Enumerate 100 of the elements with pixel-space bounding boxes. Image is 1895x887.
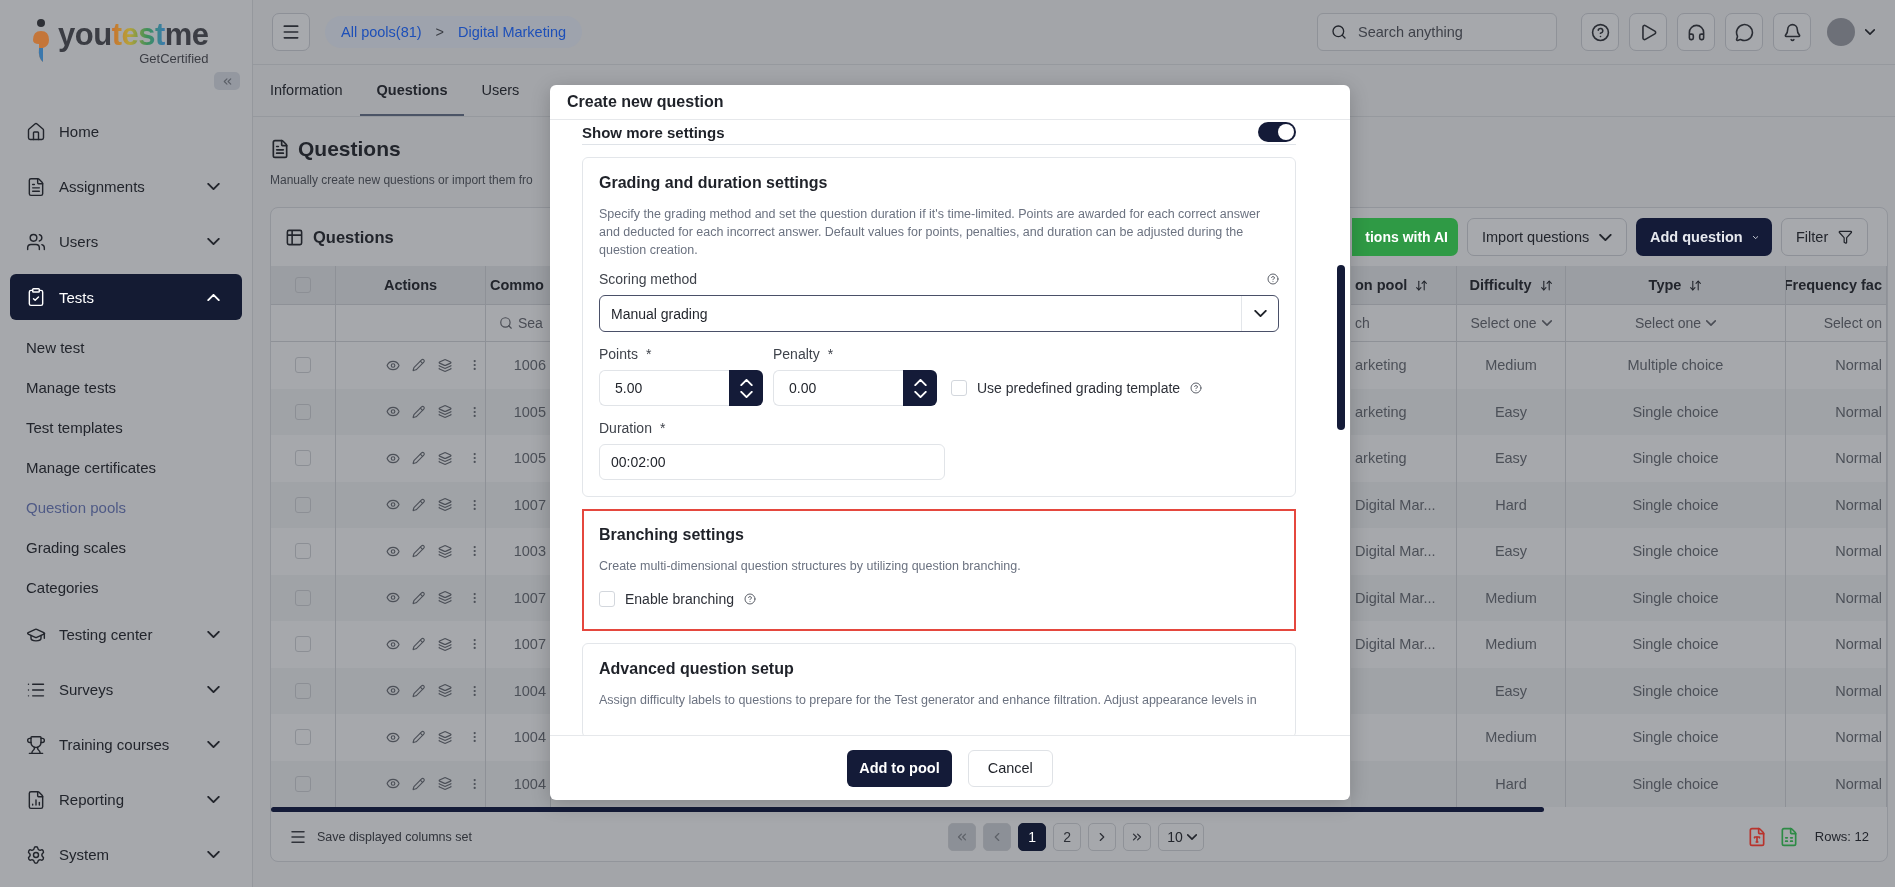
help-icon[interactable] xyxy=(1190,382,1203,394)
number-field[interactable]: 5.00 xyxy=(599,370,729,406)
collapse-button[interactable] xyxy=(214,72,240,90)
checkbox[interactable] xyxy=(599,591,615,607)
field-label: Penalty xyxy=(773,346,820,362)
table-cell: Single choice xyxy=(1566,388,1786,435)
sidebar-subitem[interactable]: Manage tests xyxy=(0,367,252,407)
sidebar-item[interactable]: Surveys xyxy=(10,662,242,717)
checkbox-label: Enable branching xyxy=(625,591,734,607)
table-cell: 1004 xyxy=(486,667,551,714)
column-filter[interactable]: ch xyxy=(1351,305,1457,342)
number-field[interactable]: 0.00 xyxy=(773,370,903,406)
column-header[interactable]: Difficulty xyxy=(1457,266,1566,305)
play-button[interactable] xyxy=(1629,13,1667,51)
bell-button[interactable] xyxy=(1773,13,1811,51)
scoring-select[interactable]: Manual grading xyxy=(599,295,1279,332)
sidebar-item[interactable]: Training courses xyxy=(10,717,242,772)
sidebar-item[interactable]: Users xyxy=(10,214,242,269)
chevron-up-icon xyxy=(739,378,753,386)
add-to-pool-button[interactable]: Add to pool xyxy=(847,749,952,787)
chevron-down-icon xyxy=(1186,833,1197,840)
scrollbar-thumb[interactable] xyxy=(271,807,1544,812)
chevron-down-icon xyxy=(1865,29,1875,35)
bell-icon xyxy=(1782,22,1802,42)
search-icon xyxy=(1331,24,1347,40)
column-header[interactable]: Type xyxy=(1566,266,1786,305)
chevron-down-icon xyxy=(739,390,753,398)
sidebar-item[interactable]: Testing center xyxy=(10,607,242,662)
tab[interactable]: Information xyxy=(253,65,360,116)
chevron-down-icon xyxy=(1541,320,1552,326)
column-filter[interactable]: Select on xyxy=(1786,305,1887,342)
stepper-button[interactable] xyxy=(903,370,937,406)
column-filter[interactable]: Select one xyxy=(1566,305,1786,342)
headphones-button[interactable] xyxy=(1677,13,1715,51)
chevron-down-icon xyxy=(1752,233,1758,241)
tab[interactable]: Users xyxy=(464,65,537,116)
toggle-switch[interactable] xyxy=(1258,122,1296,142)
page-subtitle: Manually create new questions or import them fro xyxy=(270,173,533,187)
search-field[interactable]: Search anything xyxy=(1317,13,1557,51)
field-label: Scoring method xyxy=(599,271,698,287)
ai-button[interactable]: tions with AI xyxy=(1352,218,1458,256)
sidebar-subitem[interactable]: Manage certificates xyxy=(0,447,252,487)
scrollbar-thumb[interactable] xyxy=(1337,265,1345,430)
table-cell: 1004 xyxy=(486,760,551,807)
help-icon xyxy=(1590,22,1610,42)
sidebar-item[interactable]: System xyxy=(10,827,242,882)
table-cell: Easy xyxy=(1457,388,1566,435)
duration-field[interactable]: 00:02:00 xyxy=(599,444,945,480)
import-button[interactable]: Import questions xyxy=(1467,218,1627,256)
sidebar-item[interactable]: Assignments xyxy=(10,159,242,214)
help-icon[interactable] xyxy=(744,593,756,605)
sidebar-subitem[interactable]: Test templates xyxy=(0,407,252,447)
table-cell: Normal xyxy=(1786,760,1887,807)
chat-button[interactable] xyxy=(1725,13,1763,51)
sidebar-subitem[interactable]: Grading scales xyxy=(0,527,252,567)
filter-icon xyxy=(1838,229,1853,245)
column-header: Actions xyxy=(336,266,486,305)
chevron-down-icon xyxy=(1253,310,1267,317)
save-columns-button[interactable]: Save displayed columns set xyxy=(283,826,478,847)
row-checkbox[interactable] xyxy=(295,450,311,467)
table-cell: Medium xyxy=(1457,574,1566,621)
tab[interactable]: Questions xyxy=(359,65,465,116)
page-button[interactable]: 1 xyxy=(1018,822,1047,851)
help-button[interactable] xyxy=(1581,13,1619,51)
breadcrumb-separator: > xyxy=(435,24,445,40)
column-search-field[interactable]: Sea xyxy=(518,315,546,331)
users-icon xyxy=(26,231,46,252)
help-icon[interactable] xyxy=(1267,273,1279,285)
sidebar-subitem[interactable]: Categories xyxy=(0,567,252,607)
sidebar-item[interactable]: Reporting xyxy=(10,772,242,827)
last-page-button[interactable] xyxy=(1123,822,1152,851)
menu-icon xyxy=(281,22,301,42)
page-size-select[interactable]: 10 xyxy=(1158,822,1204,851)
row-checkbox[interactable] xyxy=(295,357,311,374)
sidebar-item[interactable]: Home xyxy=(10,104,242,159)
stepper-button[interactable] xyxy=(729,370,763,406)
cancel-button[interactable]: Cancel xyxy=(967,749,1053,787)
menu-button[interactable] xyxy=(272,13,310,51)
table-cell: Single choice xyxy=(1566,481,1786,528)
filter-button[interactable]: Filter xyxy=(1781,218,1868,256)
card-title: Questions xyxy=(313,227,394,247)
table-cell: arketing xyxy=(1351,388,1457,435)
section-title: Branching settings xyxy=(599,526,745,544)
chevron-down-icon xyxy=(1706,320,1717,326)
sidebar-subitem[interactable]: New test xyxy=(0,327,252,367)
field-label: Points xyxy=(599,346,638,362)
add-question-button[interactable]: Add question xyxy=(1636,218,1772,256)
checkbox[interactable] xyxy=(951,380,967,396)
table-cell: Normal xyxy=(1786,574,1887,621)
sidebar-item[interactable]: Tests xyxy=(10,274,242,320)
column-header[interactable]: on pool xyxy=(1351,266,1457,305)
logo-tagline: GetCertified xyxy=(139,52,209,65)
table-cell: Normal xyxy=(1786,667,1887,714)
row-checkbox[interactable] xyxy=(295,636,311,653)
column-filter[interactable]: Select one xyxy=(1457,305,1566,342)
row-checkbox[interactable] xyxy=(295,543,311,560)
row-checkbox[interactable] xyxy=(295,729,311,746)
section-title: Grading and duration settings xyxy=(599,174,829,192)
page-button[interactable]: 2 xyxy=(1053,822,1082,851)
avatar[interactable] xyxy=(1827,18,1855,46)
